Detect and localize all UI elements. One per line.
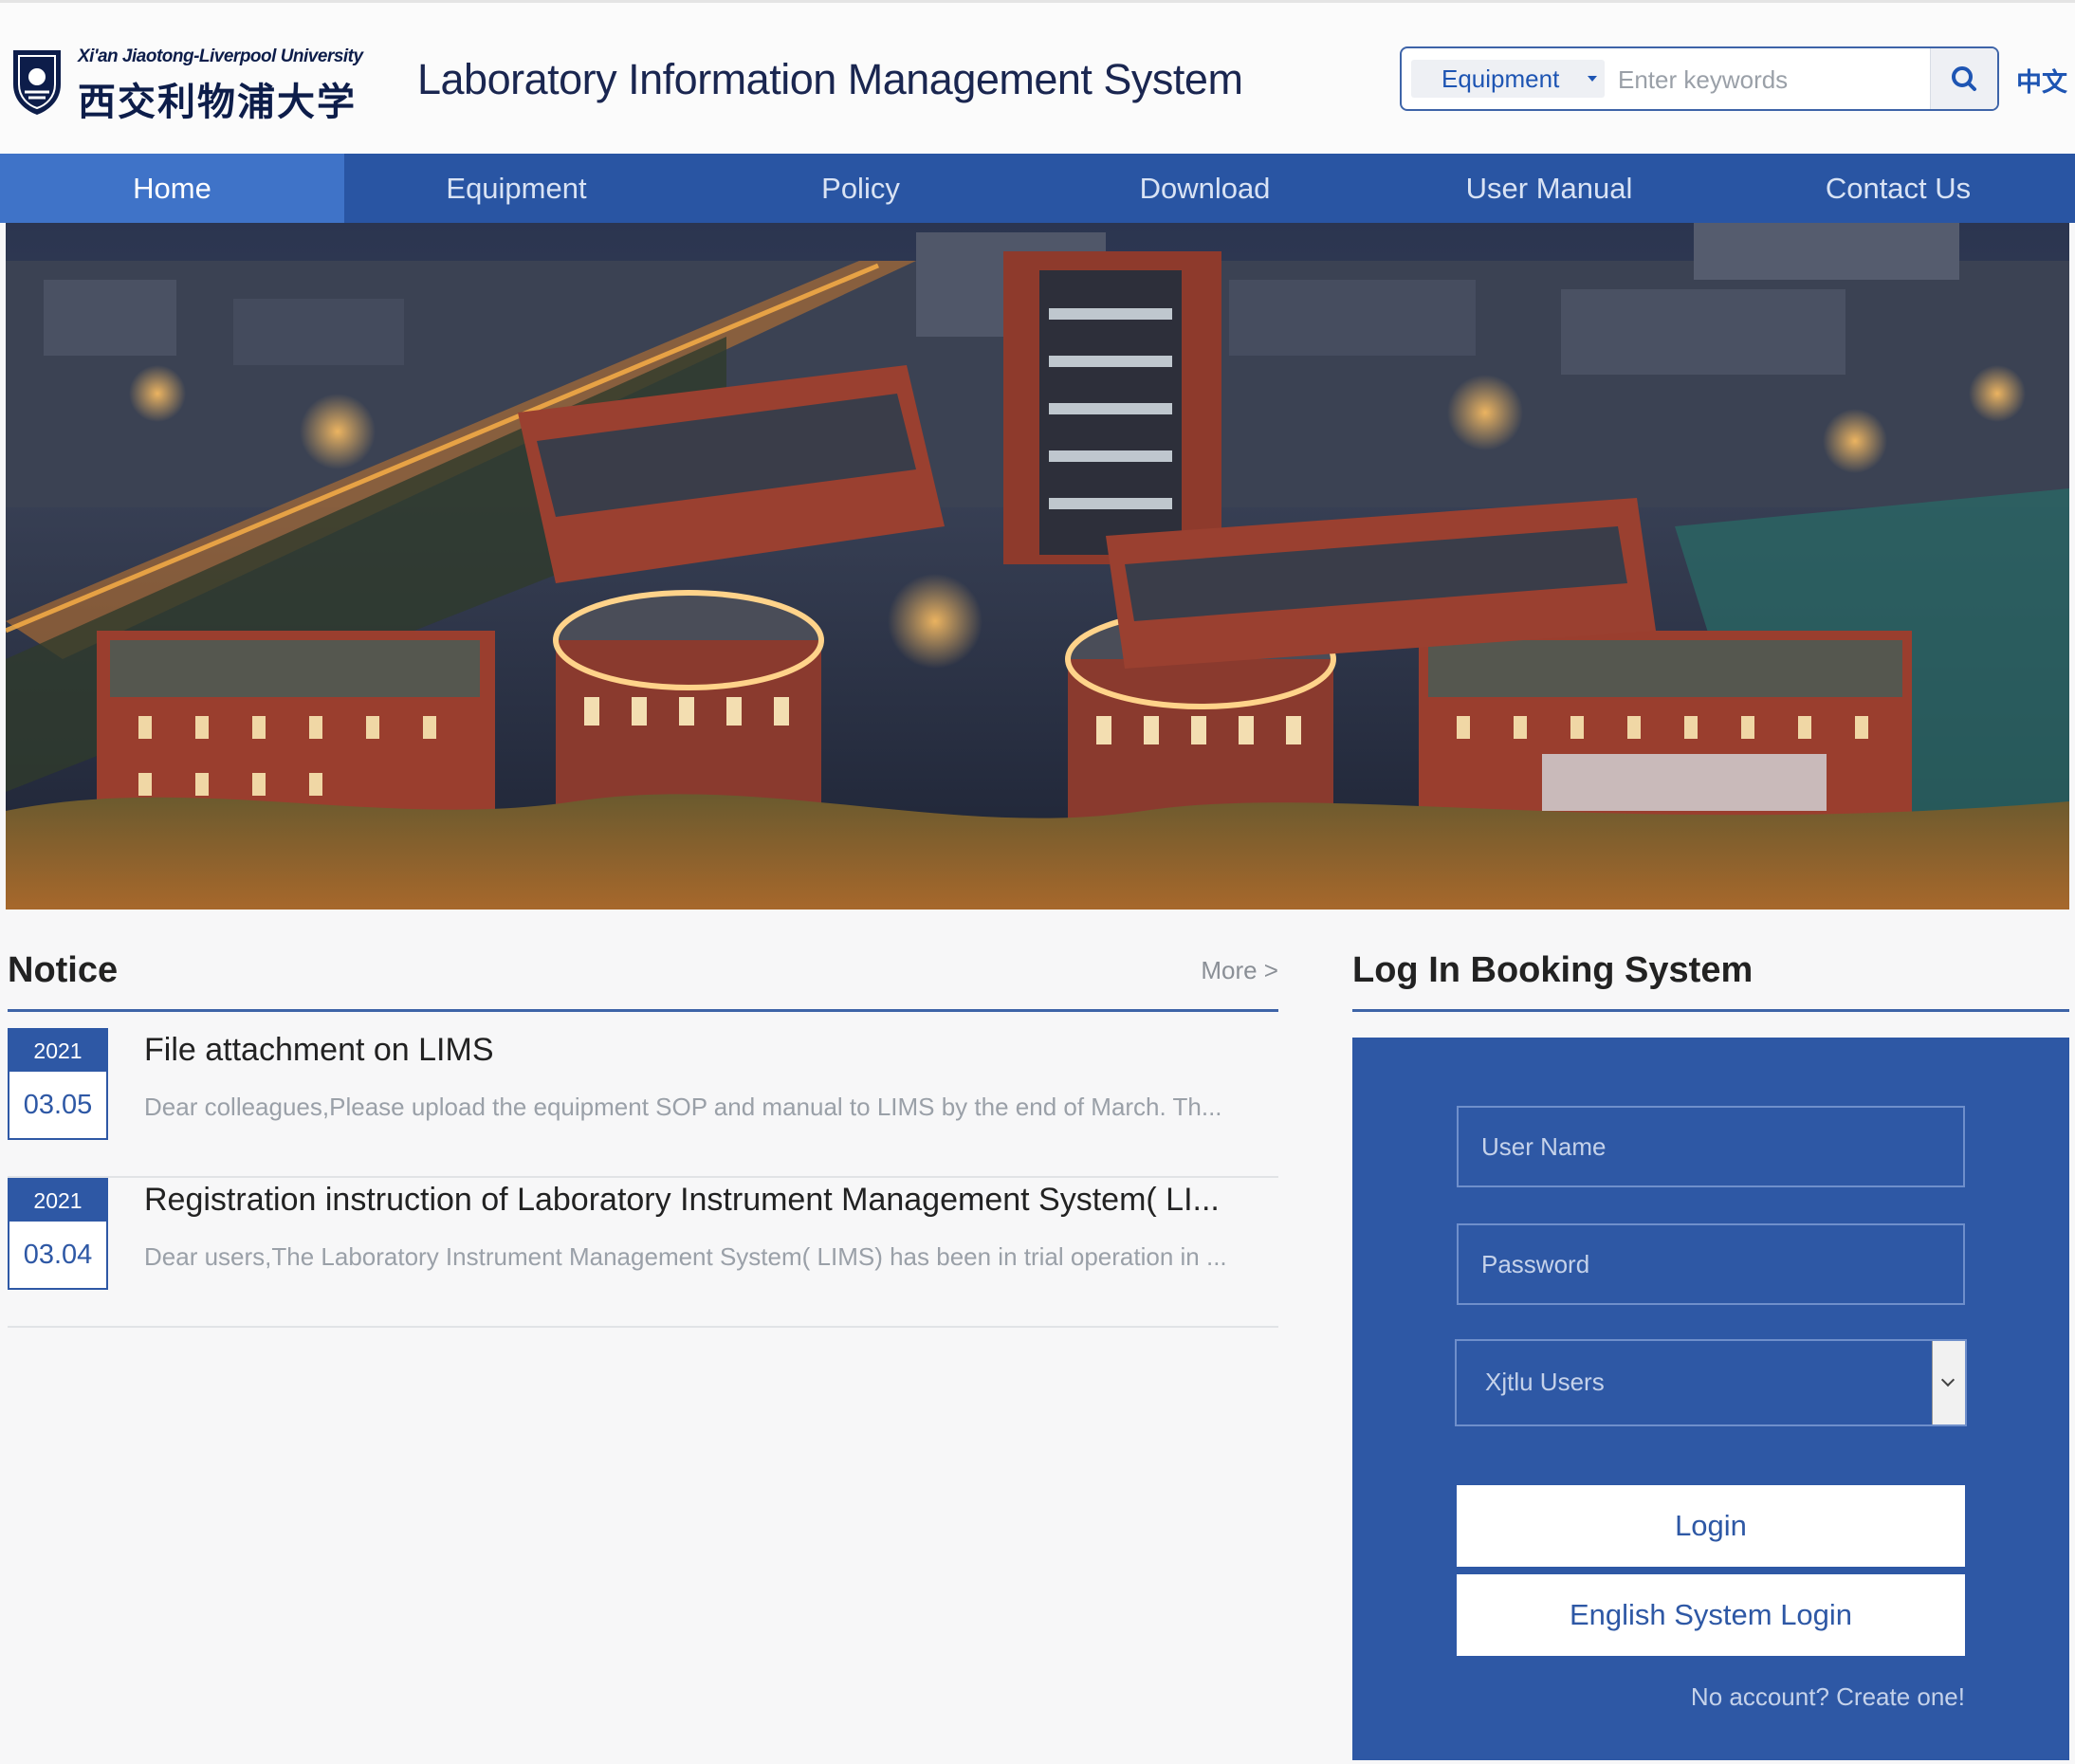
- chevron-down-icon: [1940, 1372, 1956, 1387]
- login-header: Log In Booking System: [1352, 950, 2069, 1012]
- username-field-box: [1457, 1106, 1965, 1187]
- notice-date: 03.04: [23, 1240, 93, 1270]
- notice-item[interactable]: 2021 03.04 Registration instruction of L…: [8, 1178, 1278, 1328]
- english-system-login-button[interactable]: English System Login: [1457, 1574, 1965, 1656]
- nav-item-policy[interactable]: Policy: [689, 154, 1033, 223]
- search-category-dropdown[interactable]: Equipment: [1411, 60, 1605, 98]
- logo-english-name: Xi'an Jiaotong-Liverpool University: [78, 46, 363, 66]
- username-input[interactable]: [1459, 1108, 1963, 1185]
- notice-year: 2021: [9, 1180, 106, 1222]
- search-category-label: Equipment: [1441, 64, 1560, 93]
- notice-item-summary: Dear colleagues,Please upload the equipm…: [144, 1093, 1222, 1121]
- notice-item-title[interactable]: File attachment on LIMS: [144, 1032, 494, 1069]
- notice-date: 03.05: [23, 1090, 93, 1120]
- main-nav: Home Equipment Policy Download User Manu…: [0, 154, 2075, 223]
- nav-item-home[interactable]: Home: [0, 154, 344, 223]
- campus-banner-image: [6, 223, 2069, 910]
- login-button[interactable]: Login: [1457, 1485, 1965, 1567]
- nav-item-user-manual[interactable]: User Manual: [1377, 154, 1721, 223]
- login-title: Log In Booking System: [1352, 950, 1754, 990]
- notice-title: Notice: [8, 950, 119, 990]
- notice-year: 2021: [9, 1030, 106, 1072]
- notice-more-link[interactable]: More >: [1201, 956, 1278, 985]
- notice-header: Notice More >: [8, 950, 1278, 1012]
- notice-item-title[interactable]: Registration instruction of Laboratory I…: [144, 1182, 1220, 1219]
- login-panel: Xjtlu Users Login English System Login N…: [1352, 1038, 2069, 1760]
- search-bar: Equipment: [1400, 46, 1999, 111]
- nav-item-contact-us[interactable]: Contact Us: [1721, 154, 2075, 223]
- password-field-box: [1457, 1223, 1965, 1305]
- search-icon: [1952, 66, 1976, 91]
- notice-date-badge: 2021 03.05: [8, 1028, 108, 1140]
- language-switch-link[interactable]: 中文: [2016, 62, 2067, 99]
- user-type-select[interactable]: Xjtlu Users: [1455, 1339, 1967, 1426]
- search-input[interactable]: [1616, 60, 1904, 100]
- caret-down-icon: [1588, 76, 1597, 82]
- password-input[interactable]: [1459, 1225, 1963, 1303]
- notice-item[interactable]: 2021 03.05 File attachment on LIMS Dear …: [8, 1028, 1278, 1178]
- university-logo[interactable]: Xi'an Jiaotong-Liverpool University 西交利物…: [9, 45, 381, 124]
- nav-item-equipment[interactable]: Equipment: [344, 154, 689, 223]
- select-arrow[interactable]: [1932, 1341, 1965, 1424]
- logo-chinese-name: 西交利物浦大学: [78, 80, 357, 124]
- nav-item-download[interactable]: Download: [1033, 154, 1377, 223]
- header: Xi'an Jiaotong-Liverpool University 西交利物…: [0, 0, 2075, 154]
- search-button[interactable]: [1930, 48, 1997, 109]
- notice-date-badge: 2021 03.04: [8, 1178, 108, 1290]
- notice-item-summary: Dear users,The Laboratory Instrument Man…: [144, 1242, 1227, 1271]
- create-account-link[interactable]: No account? Create one!: [1691, 1682, 1965, 1712]
- site-title: Laboratory Information Management System: [417, 55, 1243, 103]
- user-type-value: Xjtlu Users: [1485, 1368, 1605, 1396]
- university-crest-icon: [13, 50, 61, 115]
